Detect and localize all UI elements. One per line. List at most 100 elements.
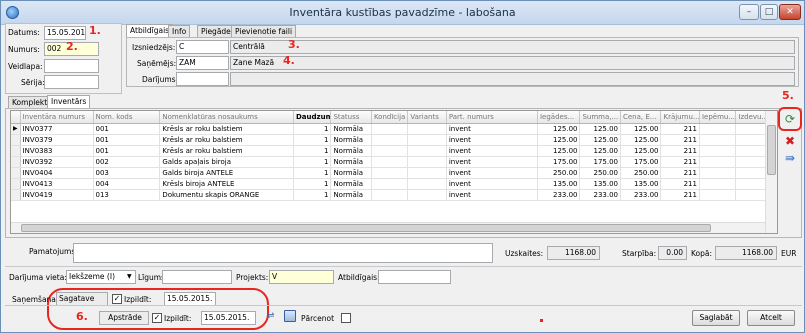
ligums-field[interactable] xyxy=(162,270,232,284)
row-selector[interactable] xyxy=(11,178,21,190)
table-cell[interactable]: 1 xyxy=(293,156,332,168)
row-selector-current[interactable]: ▶ xyxy=(11,123,21,135)
table-cell[interactable]: 125.00 xyxy=(620,134,662,146)
table-row[interactable]: INV0379 001 Krēsls ar roku balstiem 1 Normāl… xyxy=(11,134,777,146)
table-cell[interactable] xyxy=(699,167,737,179)
table-cell[interactable]: Dokumentu skapis ORANGE xyxy=(159,189,294,201)
apstrade-date[interactable]: 15.05.2015. xyxy=(201,311,256,325)
table-cell[interactable]: 1 xyxy=(293,123,332,135)
table-cell[interactable]: 175.00 xyxy=(620,156,662,168)
table-cell[interactable]: invent xyxy=(446,145,538,157)
table-row[interactable]: INV0404 003 Galds biroja ANTELE 1 Normāla inv… xyxy=(11,167,777,179)
table-cell[interactable]: 1 xyxy=(293,189,332,201)
table-cell[interactable]: invent xyxy=(446,156,538,168)
print-icon[interactable] xyxy=(284,310,296,322)
table-cell[interactable]: 233.00 xyxy=(537,189,581,201)
table-cell[interactable] xyxy=(371,189,409,201)
table-cell[interactable]: 135.00 xyxy=(579,178,621,190)
table-cell[interactable]: 1 xyxy=(293,145,332,157)
table-cell[interactable]: Galds apaļais biroja xyxy=(159,156,294,168)
table-cell[interactable]: INV0377 xyxy=(20,123,94,135)
table-cell[interactable]: invent xyxy=(446,167,538,179)
col-header-nosaukums[interactable]: Nomenklatūras nosaukums xyxy=(159,111,294,124)
table-cell[interactable]: INV0413 xyxy=(20,178,94,190)
table-cell[interactable]: 125.00 xyxy=(537,123,581,135)
table-cell[interactable]: Normāla xyxy=(330,156,372,168)
table-cell[interactable]: INV0419 xyxy=(20,189,94,201)
table-cell[interactable]: 175.00 xyxy=(537,156,581,168)
table-cell[interactable]: Krēsls ar roku balstiem xyxy=(159,123,294,135)
pamatojums-field[interactable] xyxy=(73,243,493,263)
table-cell[interactable]: invent xyxy=(446,178,538,190)
table-cell[interactable] xyxy=(371,123,409,135)
table-cell[interactable] xyxy=(407,156,447,168)
vscroll-thumb[interactable] xyxy=(767,125,776,175)
table-cell[interactable]: Krēsls ar roku balstiem xyxy=(159,145,294,157)
projekts-field[interactable]: V xyxy=(269,270,334,284)
table-row[interactable]: ▶ INV0377 001 Krēsls ar roku balstiem 1 Normā… xyxy=(11,123,777,135)
table-cell[interactable]: 125.00 xyxy=(620,123,662,135)
darijuma-vieta-select[interactable]: Iekšzeme (I) xyxy=(66,270,136,284)
sanemsana-izpildit-checkbox[interactable]: ✓ xyxy=(112,294,122,304)
table-cell[interactable] xyxy=(407,123,447,135)
table-cell[interactable]: 013 xyxy=(93,189,161,201)
table-cell[interactable]: 250.00 xyxy=(537,167,581,179)
datums-field[interactable]: 15.05.2015. xyxy=(44,26,86,40)
table-cell[interactable] xyxy=(407,178,447,190)
table-cell[interactable] xyxy=(371,167,409,179)
table-cell[interactable]: 211 xyxy=(660,167,700,179)
col-header-statuss[interactable]: Statuss xyxy=(330,111,372,124)
table-cell[interactable]: 125.00 xyxy=(537,145,581,157)
col-header-iepemu[interactable]: Iepēmu... xyxy=(699,111,737,124)
table-cell[interactable]: 1 xyxy=(293,178,332,190)
tab-atbildigais[interactable]: Atbildīgais xyxy=(126,24,174,38)
parcenot-checkbox[interactable] xyxy=(341,313,351,323)
table-cell[interactable]: invent xyxy=(446,123,538,135)
table-cell[interactable]: 233.00 xyxy=(620,189,662,201)
table-row[interactable]: INV0392 002 Galds apaļais biroja 1 Normāla in… xyxy=(11,156,777,168)
table-cell[interactable]: invent xyxy=(446,189,538,201)
chevron-down-icon[interactable]: ▼ xyxy=(127,273,132,280)
table-cell[interactable]: Normāla xyxy=(330,145,372,157)
table-cell[interactable]: Normāla xyxy=(330,123,372,135)
table-cell[interactable]: INV0379 xyxy=(20,134,94,146)
apstrade-izpildit-checkbox[interactable]: ✓ xyxy=(152,313,162,323)
table-cell[interactable]: Galds biroja ANTELE xyxy=(159,167,294,179)
table-cell[interactable]: 211 xyxy=(660,189,700,201)
table-cell[interactable]: Normāla xyxy=(330,189,372,201)
table-cell[interactable]: 211 xyxy=(660,178,700,190)
sanemsana-date[interactable]: 15.05.2015. xyxy=(164,292,216,306)
col-header-nom-kods[interactable]: Nom. kods xyxy=(93,111,161,124)
table-cell[interactable] xyxy=(371,178,409,190)
table-cell[interactable]: Krēsls ar roku balstiem xyxy=(159,134,294,146)
table-cell[interactable] xyxy=(699,189,737,201)
table-cell[interactable] xyxy=(699,123,737,135)
col-header-inventara-numurs[interactable]: Inventāra numurs xyxy=(20,111,94,124)
table-cell[interactable]: 175.00 xyxy=(579,156,621,168)
minimize-button[interactable]: – xyxy=(739,4,759,20)
sanemejs-code-field[interactable]: ZAM xyxy=(176,56,229,70)
hscroll-thumb[interactable] xyxy=(21,224,711,232)
table-cell[interactable]: 233.00 xyxy=(579,189,621,201)
table-row[interactable]: INV0413 004 Krēsls biroja ANTELE 1 Normāla in… xyxy=(11,178,777,190)
table-cell[interactable] xyxy=(371,156,409,168)
table-cell[interactable]: 001 xyxy=(93,134,161,146)
table-cell[interactable]: 125.00 xyxy=(620,145,662,157)
table-cell[interactable]: 211 xyxy=(660,123,700,135)
maximize-button[interactable]: □ xyxy=(760,4,778,20)
table-cell[interactable]: 211 xyxy=(660,134,700,146)
col-header-daudzums[interactable]: Daudzums xyxy=(293,111,332,124)
col-header-iegades[interactable]: Iegādes... xyxy=(537,111,581,124)
izsniedzejs-code-field[interactable]: C xyxy=(176,40,229,54)
table-cell[interactable] xyxy=(407,189,447,201)
col-header-cena[interactable]: Cena, E... xyxy=(620,111,662,124)
table-cell[interactable] xyxy=(699,156,737,168)
col-header-part-numurs[interactable]: Part. numurs xyxy=(446,111,538,124)
veidlapa-field[interactable] xyxy=(44,59,99,73)
calculator-icon[interactable]: ⇌ xyxy=(267,311,275,321)
table-cell[interactable]: 125.00 xyxy=(579,145,621,157)
delete-row-icon[interactable]: ✖ xyxy=(781,132,799,150)
table-cell[interactable]: 211 xyxy=(660,156,700,168)
table-cell[interactable]: INV0392 xyxy=(20,156,94,168)
table-cell[interactable] xyxy=(407,134,447,146)
